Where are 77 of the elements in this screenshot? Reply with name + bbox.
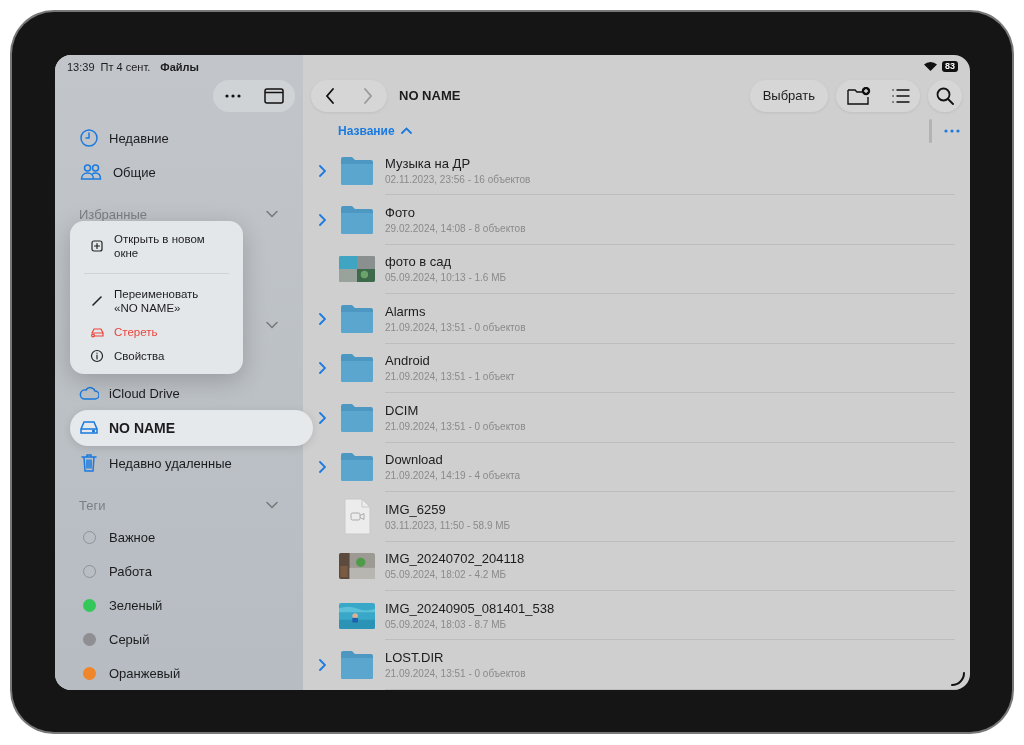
drive-icon [90,325,104,339]
disclosure-icon[interactable] [319,659,326,672]
disclosure-icon[interactable] [319,312,326,325]
folder-icon [339,451,375,484]
sidebar-item[interactable]: Общие [55,155,303,189]
file-details: 02.11.2023, 23:56 - 16 объектов [385,173,532,185]
file-details: 21.09.2024, 13:51 - 0 объектов [385,668,527,680]
chevron-icon[interactable] [266,321,278,329]
app-name: Файлы [160,60,199,73]
more-icon[interactable] [224,94,241,98]
file-name[interactable]: фото в сад [385,254,955,270]
folder-icon [339,302,375,335]
folder-icon [339,649,375,682]
folder-icon [339,352,375,385]
file-name[interactable]: Фото [385,204,955,220]
menu-item[interactable]: Открыть в новом окне [70,227,243,265]
folder-title: NO NAME [399,88,462,104]
tag-label[interactable]: Важное [109,529,156,545]
file-details: 05.09.2024, 18:02 - 4.2 МБ [385,569,508,581]
search-icon[interactable] [936,86,954,105]
tag-label[interactable]: Зеленый [109,597,163,613]
disclosure-icon[interactable] [319,164,326,177]
folder-icon [339,154,375,187]
new-folder-icon[interactable] [846,86,871,105]
status-time: 13:39 [67,60,95,73]
file-details: 05.09.2024, 10:13 - 1.6 МБ [385,272,508,284]
status-date: Пт 4 сент. [100,60,151,73]
chevron-icon[interactable] [266,501,278,509]
section-header: Избранные [79,206,147,222]
file-details: 05.09.2024, 18:03 - 8.7 МБ [385,618,508,630]
forward-icon[interactable] [363,87,373,104]
file-name[interactable]: Музыка на ДР [385,155,955,171]
file-details: 21.09.2024, 13:51 - 0 объектов [385,321,527,333]
tag-label[interactable]: Серый [109,631,150,647]
file-name[interactable]: Android [385,353,955,369]
file-name[interactable]: LOST.DIR [385,650,955,666]
people-icon [79,162,103,182]
file-details: 21.09.2024, 14:19 - 4 объекта [385,470,522,482]
menu-item[interactable]: Переименовать «NO NAME» [70,282,243,320]
search-button[interactable] [928,79,962,112]
list-view-icon[interactable] [891,88,910,103]
wifi-icon [924,61,937,72]
tag-label[interactable]: Оранжевый [109,665,181,681]
sidebar-item[interactable]: NO NAME [70,410,313,446]
disclosure-icon[interactable] [319,411,326,424]
back-icon[interactable] [325,87,335,104]
sidebar-item[interactable]: Недавно удаленные [55,446,303,480]
tag-label[interactable]: Работа [109,563,152,579]
clock-icon [79,128,99,148]
plus-square-icon [90,239,104,253]
file-details: 29.02.2024, 14:08 - 8 объектов [385,222,527,234]
sidebar-toggle-icon[interactable] [263,88,284,104]
disclosure-icon[interactable] [319,213,326,226]
disclosure-icon[interactable] [319,461,326,474]
section-header: Теги [79,497,106,513]
file-name[interactable]: Download [385,452,955,468]
info-icon [90,349,104,363]
sidebar-item[interactable]: Недавние [55,121,303,155]
disclosure-icon[interactable] [319,362,326,375]
chevron-icon[interactable] [266,210,278,218]
menu-item[interactable]: Свойства [70,344,243,368]
sidebar-item[interactable]: iCloud Drive [55,376,303,410]
file-name[interactable]: IMG_20240905_081401_538 [385,600,955,616]
file-details: 21.09.2024, 13:51 - 0 объектов [385,420,527,432]
file-name[interactable]: Alarms [385,303,955,319]
battery-indicator: 83 [942,60,958,72]
file-name[interactable]: IMG_20240702_204118 [385,551,955,567]
file-details: 03.11.2023, 11:50 - 58.9 МБ [385,519,512,531]
resize-handle-icon[interactable] [951,672,965,686]
file-details: 21.09.2024, 13:51 - 1 объект [385,371,516,383]
select-button[interactable]: Выбрать [749,79,828,112]
file-name[interactable]: DCIM [385,402,955,418]
file-name[interactable]: IMG_6259 [385,501,955,517]
folder-icon [339,401,375,434]
trash-icon [79,453,99,473]
pencil-icon [90,294,104,308]
folder-icon [339,203,375,236]
